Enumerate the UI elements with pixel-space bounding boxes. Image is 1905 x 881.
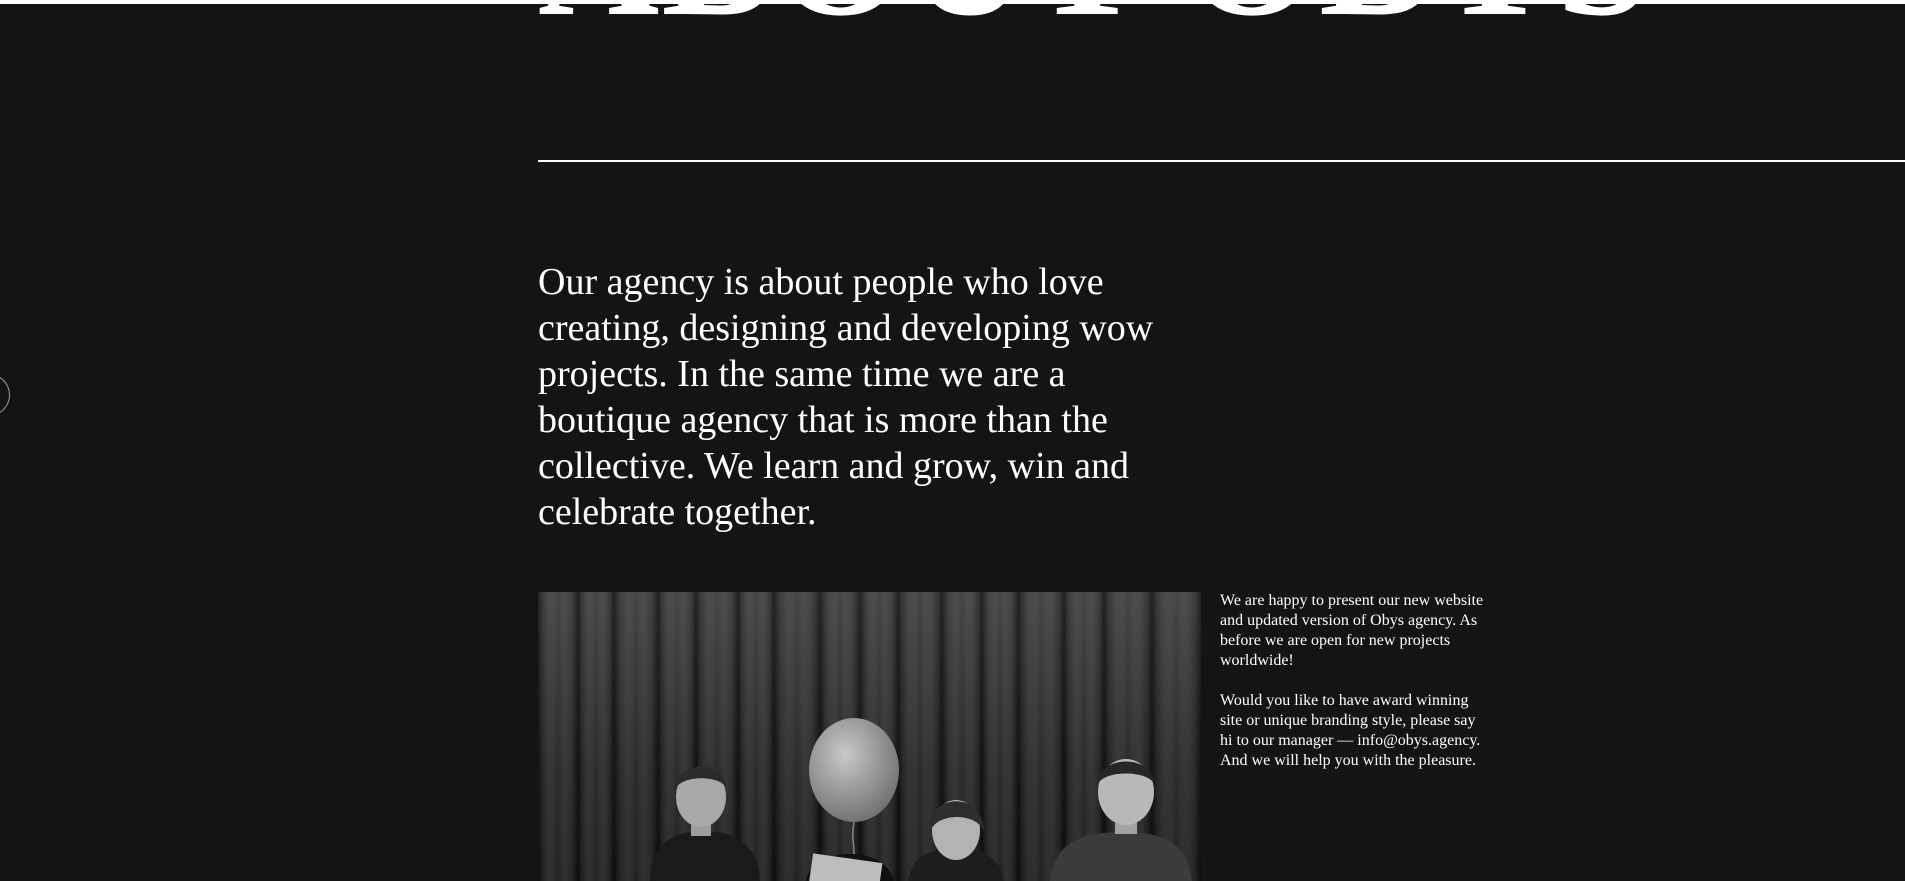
page-heading-clip: ABOUT OBYS: [538, 0, 1638, 36]
cursor-circle-icon[interactable]: [0, 374, 10, 416]
side-paragraph-1: We are happy to present our new website …: [1220, 592, 1484, 669]
team-photo-graphic: [538, 592, 1201, 881]
page-title: ABOUT OBYS: [538, 0, 1638, 36]
team-photo: [538, 592, 1201, 881]
intro-paragraph: Our agency is about people who love crea…: [538, 261, 1154, 533]
side-paragraph-2: Would you like to have award winning sit…: [1220, 692, 1481, 769]
heading-divider: [538, 160, 1905, 162]
side-text-block: We are happy to present our new website …: [1220, 591, 1490, 791]
